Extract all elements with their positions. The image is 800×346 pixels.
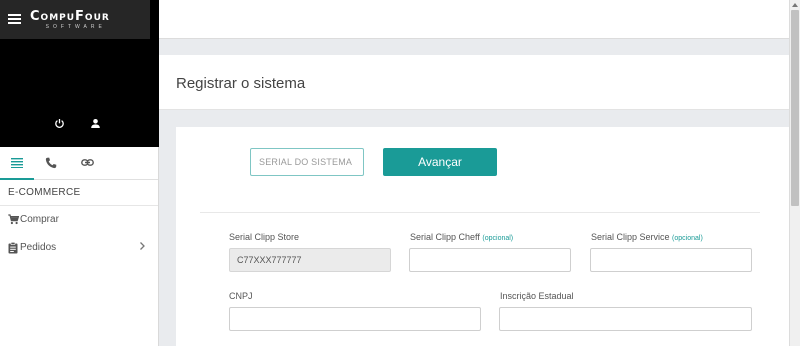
- sidebar-item-label: Comprar: [20, 214, 59, 225]
- user-icon[interactable]: [90, 118, 101, 129]
- sidebar-item-pedidos[interactable]: Pedidos: [0, 236, 158, 260]
- app-window: CompuFour SOFTWARE E-COMMERCE Comprar Pe…: [0, 0, 800, 346]
- serial-input[interactable]: [250, 148, 364, 176]
- optional-tag: (opcional): [482, 235, 514, 242]
- cnpj-label: CNPJ: [229, 291, 253, 301]
- tab-links[interactable]: [70, 147, 104, 180]
- advance-button[interactable]: Avançar: [383, 148, 497, 176]
- chevron-right-icon: [140, 242, 145, 250]
- serial-store-label-text: Serial Clipp Store: [229, 232, 300, 242]
- serial-cheff-label: Serial Clipp Cheff (opcional): [410, 232, 513, 242]
- sidebar-header: CompuFour SOFTWARE: [0, 0, 159, 147]
- ie-field[interactable]: [499, 307, 752, 331]
- brand-logo: CompuFour SOFTWARE: [30, 10, 110, 31]
- scrollbar[interactable]: [789, 0, 800, 346]
- page-header: Registrar o sistema: [159, 55, 789, 110]
- ie-label: Inscrição Estadual: [500, 291, 574, 301]
- scroll-up-arrow-icon[interactable]: [791, 2, 799, 8]
- page-title: Registrar o sistema: [176, 75, 306, 92]
- sidebar-tabs: [0, 147, 158, 180]
- tab-contact[interactable]: [34, 147, 68, 180]
- top-bar: [159, 0, 789, 39]
- sidebar: CompuFour SOFTWARE E-COMMERCE Comprar Pe…: [0, 0, 159, 346]
- cart-icon: [8, 214, 19, 225]
- serial-store-field[interactable]: [229, 248, 391, 272]
- sidebar-item-label: Pedidos: [20, 242, 57, 253]
- section-title: E-COMMERCE: [8, 187, 81, 198]
- serial-cheff-field[interactable]: [409, 248, 571, 272]
- tab-menu[interactable]: [0, 147, 34, 180]
- phone-icon: [45, 157, 57, 169]
- brand-tagline: SOFTWARE: [45, 24, 106, 30]
- hamburger-menu-icon[interactable]: [8, 14, 21, 24]
- serial-service-field[interactable]: [590, 248, 752, 272]
- form-divider: [200, 212, 760, 213]
- optional-tag: (opcional): [672, 235, 703, 242]
- serial-cheff-label-text: Serial Clipp Cheff: [410, 232, 480, 242]
- power-icon[interactable]: [54, 118, 65, 129]
- brand-bar: CompuFour SOFTWARE: [0, 0, 150, 39]
- cnpj-field[interactable]: [229, 307, 481, 331]
- brand-name: CompuFour: [30, 9, 110, 24]
- serial-store-label: Serial Clipp Store: [229, 232, 299, 242]
- serial-service-label: Serial Clipp Service (opcional): [591, 232, 703, 242]
- scrollbar-thumb[interactable]: [791, 10, 799, 206]
- link-icon: [81, 159, 94, 166]
- clipboard-icon: [8, 242, 18, 254]
- sidebar-item-comprar[interactable]: Comprar: [0, 208, 158, 232]
- list-icon: [11, 158, 23, 168]
- ie-label-text: Inscrição Estadual: [500, 291, 574, 301]
- cnpj-label-text: CNPJ: [229, 291, 253, 301]
- section-divider: [0, 205, 158, 206]
- serial-service-label-text: Serial Clipp Service: [591, 232, 670, 242]
